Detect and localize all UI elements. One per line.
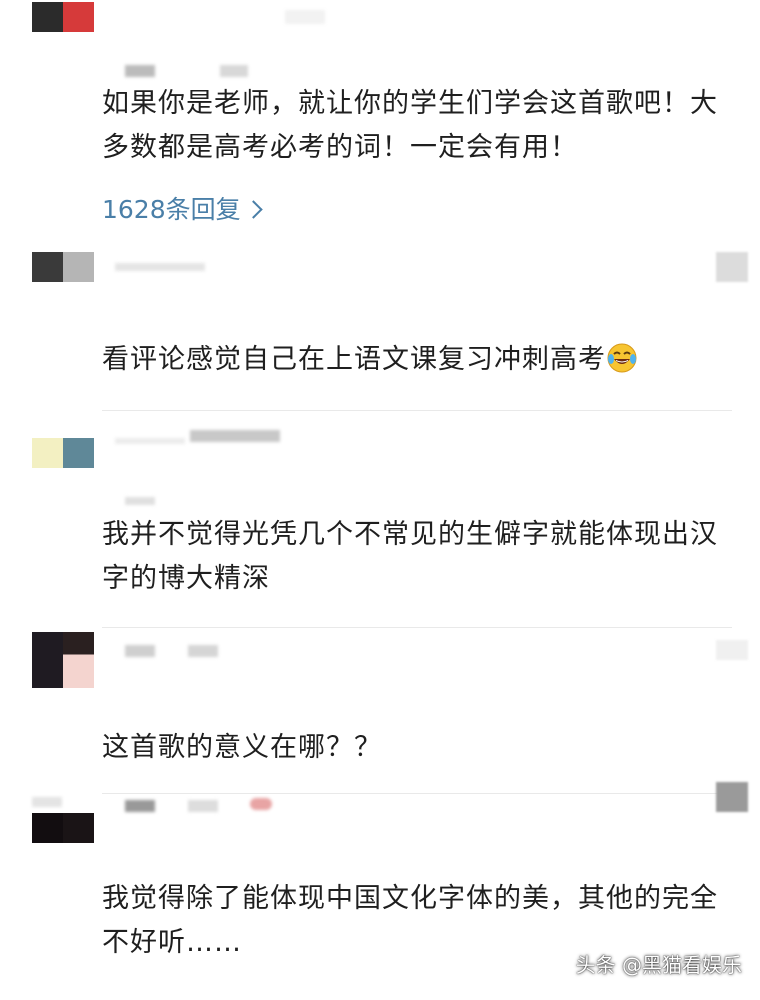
comment-text: 如果你是老师，就让你的学生们学会这首歌吧！大多数都是高考必考的词！一定会有用！ bbox=[102, 88, 718, 163]
username-redacted bbox=[125, 65, 155, 77]
comment-text-content: 看评论感觉自己在上语文课复习冲刺高考 bbox=[102, 344, 606, 375]
username-redacted bbox=[190, 430, 280, 442]
username-redacted bbox=[125, 645, 155, 657]
watermark: 头条 @黑猫看娱乐 bbox=[575, 953, 742, 977]
tears-of-joy-emoji-icon bbox=[607, 343, 637, 373]
username-redacted bbox=[115, 438, 185, 444]
username-redacted bbox=[285, 10, 325, 24]
like-icon-redacted[interactable] bbox=[716, 782, 748, 812]
comment-text: 看评论感觉自己在上语文课复习冲刺高考 bbox=[102, 338, 732, 382]
username-redacted bbox=[250, 798, 272, 810]
like-icon-redacted[interactable] bbox=[716, 640, 748, 660]
divider bbox=[102, 793, 732, 794]
avatar[interactable] bbox=[32, 252, 94, 282]
avatar[interactable] bbox=[32, 438, 94, 468]
username-redacted bbox=[220, 65, 248, 77]
username-redacted bbox=[32, 797, 62, 807]
username-redacted bbox=[188, 800, 218, 812]
avatar[interactable] bbox=[32, 2, 94, 32]
username-redacted bbox=[115, 263, 205, 271]
username-redacted bbox=[125, 497, 155, 505]
comment-text: 我并不觉得光凭几个不常见的生僻字就能体现出汉字的博大精深 bbox=[102, 519, 718, 594]
avatar[interactable] bbox=[32, 632, 94, 688]
chevron-right-icon bbox=[243, 200, 263, 219]
divider bbox=[102, 410, 732, 411]
username-redacted bbox=[188, 645, 218, 657]
replies-count: 1628条回复 bbox=[102, 195, 241, 224]
divider bbox=[102, 627, 732, 628]
comment-text: 这首歌的意义在哪？？ bbox=[102, 732, 382, 763]
like-icon-redacted[interactable] bbox=[716, 252, 748, 282]
avatar[interactable] bbox=[32, 813, 94, 843]
view-replies-link[interactable]: 1628条回复 bbox=[102, 190, 263, 226]
username-redacted bbox=[125, 800, 155, 812]
